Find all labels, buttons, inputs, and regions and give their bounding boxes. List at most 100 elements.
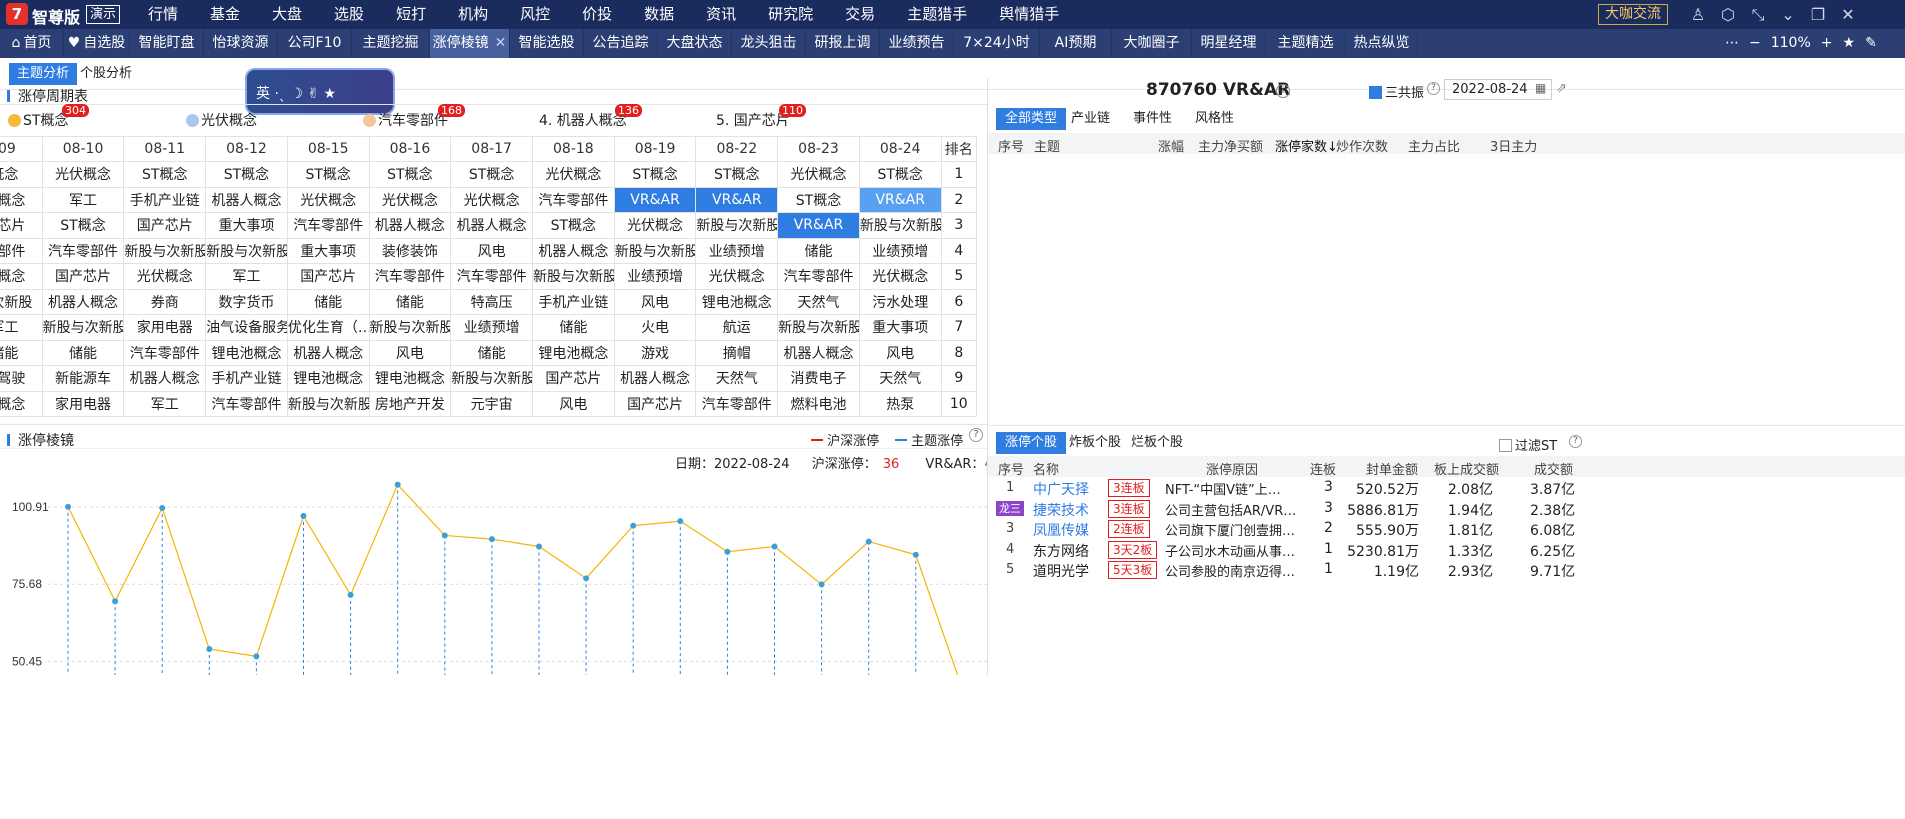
col-hype-times[interactable]: 炒作次数 <box>1336 136 1388 155</box>
concept-cell[interactable]: 汽车零部件 <box>123 339 207 366</box>
date-picker[interactable]: 2022-08-24 ▦ <box>1444 79 1552 100</box>
coffee-chat-button[interactable]: 大咖交流 <box>1598 4 1668 25</box>
table-row[interactable]: 1 中广天择 3连板 NFT-“中国V链”上… 3 520.52万 2.08亿 3.87亿 <box>988 478 1905 499</box>
sanggong-checkbox[interactable]: 三共振 <box>1369 82 1424 101</box>
concept-cell[interactable]: 券商 <box>123 288 207 315</box>
concept-cell[interactable]: ST概念 <box>123 161 207 188</box>
col-boards[interactable]: 连板 <box>1310 459 1336 478</box>
limit-reason[interactable]: 公司旗下厦门创壹拥… <box>1165 520 1295 539</box>
close-icon[interactable]: ✕ <box>1833 0 1863 29</box>
menu-item[interactable]: 基金 <box>210 0 240 29</box>
col-main-ratio[interactable]: 主力占比 <box>1408 136 1460 155</box>
concept-cell[interactable]: 动驾驶 <box>0 365 43 392</box>
concept-cell[interactable]: 气概念 <box>0 390 43 417</box>
concept-cell[interactable]: 手机产业链 <box>123 186 207 213</box>
type-tab-1[interactable]: 产业链 <box>1062 108 1119 130</box>
limit-reason[interactable]: 公司参股的南京迈得… <box>1165 561 1295 580</box>
concept-1[interactable]: 光伏概念 <box>186 110 257 130</box>
concept-cell[interactable]: 锂电池概念 <box>531 339 615 366</box>
date-header[interactable]: 08-24 <box>858 136 942 162</box>
concept-cell[interactable]: 业绩预增 <box>613 263 697 290</box>
zoom-out-icon[interactable]: − <box>1749 29 1761 58</box>
concept-cell[interactable]: 污水处理 <box>858 288 942 315</box>
concept-cell[interactable]: 手机产业链 <box>531 288 615 315</box>
col-3day-main[interactable]: 3日主力 <box>1490 136 1537 155</box>
close-tab-icon[interactable]: ✕ <box>495 35 507 51</box>
menu-item[interactable]: 机构 <box>458 0 488 29</box>
concept-cell[interactable]: 机器人概念 <box>286 339 370 366</box>
tab-14[interactable]: AI预期 <box>1040 29 1112 58</box>
concept-cell[interactable]: 机器人概念 <box>613 365 697 392</box>
concept-cell[interactable]: 储能 <box>41 339 125 366</box>
concept-cell[interactable]: 储能 <box>286 288 370 315</box>
concept-cell[interactable]: 产芯片 <box>0 212 43 239</box>
concept-cell[interactable]: ST概念 <box>777 186 860 213</box>
concept-cell[interactable]: 汽车零部件 <box>531 186 615 213</box>
type-tab-3[interactable]: 风格性 <box>1186 108 1243 130</box>
concept-cell[interactable]: 消费电子 <box>777 365 860 392</box>
type-tab-2[interactable]: 事件性 <box>1124 108 1181 130</box>
concept-cell[interactable]: 汽车零部件 <box>205 390 288 417</box>
user-icon[interactable]: ♙ <box>1683 0 1713 29</box>
menu-item[interactable]: 研究院 <box>768 0 813 29</box>
tab-6[interactable]: 涨停棱镜 ✕ <box>430 29 510 58</box>
col-onboard-amount[interactable]: 板上成交额 <box>1434 459 1499 478</box>
concept-cell[interactable]: 热泵 <box>858 390 942 417</box>
concept-cell[interactable]: ST概念 <box>531 212 615 239</box>
concept-cell[interactable]: 家用电器 <box>41 390 125 417</box>
concept-cell[interactable]: 光伏概念 <box>450 186 533 213</box>
concept-cell[interactable]: 光伏概念 <box>531 161 615 188</box>
stock-name[interactable]: 中广天择 <box>1033 479 1089 499</box>
tab-13[interactable]: 7×24小时 <box>954 29 1040 58</box>
concept-cell[interactable]: VR&AR <box>613 186 697 213</box>
limit-reason[interactable]: NFT-“中国V链”上… <box>1165 479 1281 498</box>
concept-cell[interactable]: VR&AR <box>777 212 860 239</box>
menu-item[interactable]: 舆情猎手 <box>999 0 1059 29</box>
concept-cell[interactable]: 火电 <box>613 314 697 341</box>
concept-cell[interactable]: 航运 <box>695 314 779 341</box>
concept-cell[interactable]: 新股与次新股 <box>613 237 697 264</box>
tab-18[interactable]: 热点纵览 <box>1346 29 1418 58</box>
concept-cell[interactable]: 机器人概念 <box>41 288 125 315</box>
menu-item[interactable]: 大盘 <box>272 0 302 29</box>
concept-cell[interactable]: 国产芯片 <box>41 263 125 290</box>
date-header[interactable]: 08-18 <box>531 136 615 162</box>
concept-cell[interactable]: 汽车零部件 <box>286 212 370 239</box>
concept-cell[interactable]: 光伏概念 <box>368 186 452 213</box>
shrink-icon[interactable]: ⤡ <box>1743 0 1773 29</box>
concept-cell[interactable]: 储能 <box>450 339 533 366</box>
zoom-in-icon[interactable]: + <box>1821 29 1833 58</box>
filter-st-checkbox[interactable]: 过滤ST <box>1499 435 1557 454</box>
concept-cell[interactable]: ST概念 <box>858 161 942 188</box>
concept-cell[interactable]: 新股与次新股 <box>695 212 779 239</box>
menu-item[interactable]: 价投 <box>582 0 612 29</box>
date-header[interactable]: -09 <box>0 136 43 162</box>
stock-tab-2[interactable]: 烂板个股 <box>1122 432 1192 454</box>
date-header[interactable]: 08-23 <box>777 136 860 162</box>
type-tab-0[interactable]: 全部类型 <box>996 108 1067 130</box>
table-row[interactable]: 龙三 捷荣技术 3连板 公司主营包括AR/VR… 3 5886.81万 1.94亿 2.38亿 <box>988 499 1905 520</box>
concept-cell[interactable]: 人概念 <box>0 263 43 290</box>
star-icon[interactable]: ★ <box>1843 29 1856 58</box>
concept-cell[interactable]: 零部件 <box>0 237 43 264</box>
stock-name[interactable]: 凤凰传媒 <box>1033 520 1089 540</box>
concept-cell[interactable]: 特高压 <box>450 288 533 315</box>
menu-item[interactable]: 主题猎手 <box>907 0 967 29</box>
concept-cell[interactable]: 光伏概念 <box>695 263 779 290</box>
concept-cell[interactable]: ST概念 <box>613 161 697 188</box>
concept-cell[interactable]: 储能 <box>531 314 615 341</box>
tab-theme-analysis[interactable]: 主题分析 <box>9 63 78 85</box>
concept-cell[interactable]: 重大事项 <box>858 314 942 341</box>
concept-cell[interactable]: 风电 <box>858 339 942 366</box>
concept-cell[interactable]: 天然气 <box>695 365 779 392</box>
stock-tab-0[interactable]: 涨停个股 <box>996 432 1067 454</box>
col-change[interactable]: 涨幅 <box>1158 136 1184 155</box>
concept-cell[interactable]: 锂电池概念 <box>368 365 452 392</box>
tab-12[interactable]: 业绩预告 <box>880 29 954 58</box>
tab-11[interactable]: 研报上调 <box>806 29 880 58</box>
concept-cell[interactable]: 家用电器 <box>123 314 207 341</box>
restore-icon[interactable]: ❐ <box>1803 0 1833 29</box>
tab-10[interactable]: 龙头狙击 <box>732 29 806 58</box>
concept-cell[interactable]: 新股与次新股 <box>286 390 370 417</box>
tab-stock-analysis[interactable]: 个股分析 <box>72 63 140 85</box>
